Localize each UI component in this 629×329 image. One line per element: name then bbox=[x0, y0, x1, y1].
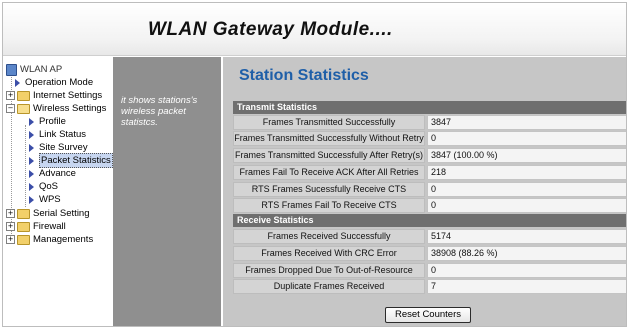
access-point-icon bbox=[6, 63, 17, 76]
browser-frame: WLAN Gateway Module.... WLAN AP Operatio… bbox=[2, 2, 627, 327]
table-row: Frames Dropped Due To Out-of-Resource 0 bbox=[233, 263, 626, 279]
nav-item-label: Managements bbox=[33, 234, 94, 245]
transmit-section-header: Transmit Statistics bbox=[233, 101, 626, 114]
nav-item-profile[interactable]: Profile bbox=[29, 115, 66, 128]
page-arrow-icon bbox=[29, 182, 34, 191]
nav-item-wireless-settings[interactable]: − Wireless Settings bbox=[6, 102, 106, 115]
nav-root-label: WLAN AP bbox=[20, 64, 63, 75]
nav-item-label: Internet Settings bbox=[33, 90, 103, 101]
expand-plus-icon[interactable]: + bbox=[6, 91, 15, 100]
table-row: Frames Transmitted Successfully After Re… bbox=[233, 148, 626, 164]
row-label: Frames Received Successfully bbox=[233, 229, 425, 244]
description-panel: it shows stations's wireless packet stat… bbox=[113, 57, 221, 326]
row-value: 0 bbox=[427, 263, 626, 278]
nav-item-serial-setting[interactable]: + Serial Setting bbox=[6, 207, 90, 220]
page-arrow-icon bbox=[29, 156, 34, 165]
row-value: 3847 (100.00 %) bbox=[427, 148, 626, 163]
expand-plus-icon[interactable]: + bbox=[6, 222, 15, 231]
table-row: Frames Received With CRC Error 38908 (88… bbox=[233, 246, 626, 262]
table-row: Frames Received Successfully 5174 bbox=[233, 229, 626, 245]
nav-item-internet-settings[interactable]: + Internet Settings bbox=[6, 89, 102, 102]
header-title: WLAN Gateway Module.... bbox=[148, 19, 393, 40]
receive-section-header: Receive Statistics bbox=[233, 214, 626, 227]
main-content: Station Statistics Transmit Statistics F… bbox=[223, 57, 626, 326]
page-title: Station Statistics bbox=[239, 67, 369, 84]
folder-icon bbox=[17, 221, 30, 232]
nav-item-link-status[interactable]: Link Status bbox=[29, 128, 86, 141]
reset-counters-button[interactable]: Reset Counters bbox=[385, 307, 471, 323]
collapse-minus-icon[interactable]: − bbox=[6, 104, 15, 113]
row-value: 3847 bbox=[427, 115, 626, 130]
page-arrow-icon bbox=[29, 130, 34, 139]
table-row: RTS Frames Fail To Receive CTS 0 bbox=[233, 198, 626, 214]
nav-item-firewall[interactable]: + Firewall bbox=[6, 220, 66, 233]
nav-item-label: Link Status bbox=[39, 129, 86, 140]
page-arrow-icon bbox=[29, 169, 34, 178]
nav-item-operation-mode[interactable]: Operation Mode bbox=[15, 76, 93, 89]
nav-item-label: Wireless Settings bbox=[33, 103, 107, 114]
row-value: 218 bbox=[427, 165, 626, 180]
row-label: Frames Transmitted Successfully Without … bbox=[233, 131, 425, 146]
nav-item-wps[interactable]: WPS bbox=[29, 193, 61, 206]
description-text: it shows stations's wireless packet stat… bbox=[121, 95, 198, 128]
folder-icon bbox=[17, 208, 30, 219]
row-label: RTS Frames Fail To Receive CTS bbox=[233, 198, 425, 213]
nav-item-packet-statistics[interactable]: Packet Statistics bbox=[29, 153, 113, 168]
table-row: Frames Transmitted Successfully Without … bbox=[233, 131, 626, 147]
page-arrow-icon bbox=[29, 143, 34, 152]
table-row: Frames Transmitted Successfully 3847 bbox=[233, 115, 626, 131]
expand-plus-icon[interactable]: + bbox=[6, 209, 15, 218]
row-value: 7 bbox=[427, 279, 626, 294]
nav-item-advance[interactable]: Advance bbox=[29, 167, 76, 180]
nav-item-label: Operation Mode bbox=[25, 77, 94, 88]
row-label: Frames Fail To Receive ACK After All Ret… bbox=[233, 165, 425, 180]
nav-item-label: Firewall bbox=[33, 221, 66, 232]
page-header: WLAN Gateway Module.... bbox=[3, 3, 626, 56]
row-label: Frames Dropped Due To Out-of-Resource bbox=[233, 263, 425, 278]
row-value: 0 bbox=[427, 198, 626, 213]
nav-item-label: Advance bbox=[39, 168, 76, 179]
page-arrow-icon bbox=[29, 117, 34, 126]
row-value: 0 bbox=[427, 131, 626, 146]
row-label: Duplicate Frames Received bbox=[233, 279, 425, 294]
folder-icon bbox=[17, 90, 30, 101]
folder-icon bbox=[17, 234, 30, 245]
nav-tree: WLAN AP Operation Mode + Internet Settin… bbox=[3, 61, 113, 326]
nav-item-label: QoS bbox=[39, 181, 59, 192]
expand-plus-icon[interactable]: + bbox=[6, 235, 15, 244]
table-row: RTS Frames Sucessfully Receive CTS 0 bbox=[233, 182, 626, 198]
nav-item-label: Serial Setting bbox=[33, 208, 90, 219]
page-arrow-icon bbox=[29, 195, 34, 204]
nav-item-label: Packet Statistics bbox=[39, 153, 113, 168]
nav-item-label: Profile bbox=[39, 116, 66, 127]
nav-root-wlan-ap[interactable]: WLAN AP bbox=[6, 63, 62, 76]
row-label: Frames Transmitted Successfully bbox=[233, 115, 425, 130]
nav-item-managements[interactable]: + Managements bbox=[6, 233, 93, 246]
row-value: 38908 (88.26 %) bbox=[427, 246, 626, 261]
row-label: Frames Received With CRC Error bbox=[233, 246, 425, 261]
nav-item-qos[interactable]: QoS bbox=[29, 180, 58, 193]
nav-item-label: WPS bbox=[39, 194, 61, 205]
row-label: Frames Transmitted Successfully After Re… bbox=[233, 148, 425, 163]
row-value: 0 bbox=[427, 182, 626, 197]
page-arrow-icon bbox=[15, 78, 20, 87]
table-row: Duplicate Frames Received 7 bbox=[233, 279, 626, 295]
folder-open-icon bbox=[17, 103, 30, 114]
table-row: Frames Fail To Receive ACK After All Ret… bbox=[233, 165, 626, 181]
row-label: RTS Frames Sucessfully Receive CTS bbox=[233, 182, 425, 197]
row-value: 5174 bbox=[427, 229, 626, 244]
